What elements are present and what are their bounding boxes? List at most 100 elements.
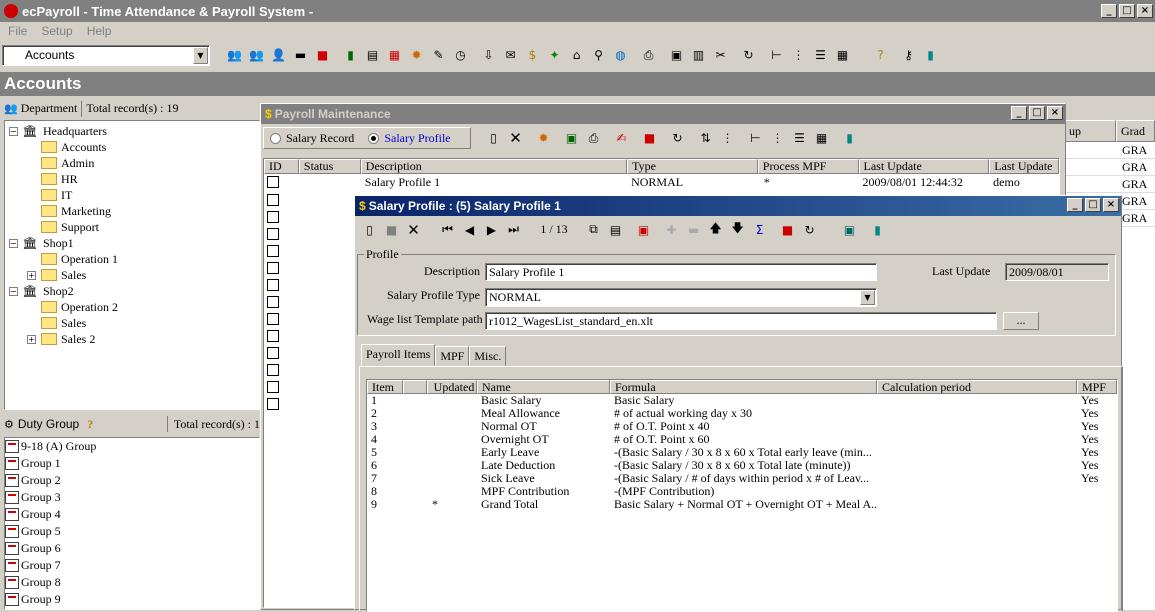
table-row[interactable]: GRA: [1064, 142, 1155, 159]
tree-view-icon[interactable]: ⊢: [745, 128, 766, 149]
grid-view-icon[interactable]: ▦: [811, 128, 832, 149]
tree-node[interactable]: − 🏛 Shop2: [5, 283, 259, 299]
chevron-down-icon[interactable]: ▼: [860, 290, 875, 305]
column-header[interactable]: Status: [298, 159, 361, 174]
menu-help[interactable]: Help: [87, 24, 112, 38]
filter-icon[interactable]: ⋮: [717, 128, 738, 149]
list-item[interactable]: Group 1: [5, 455, 259, 472]
employee-icon[interactable]: 👥: [224, 45, 245, 66]
tree-node[interactable]: − 🏛 Shop1: [5, 235, 259, 251]
move-up-icon[interactable]: 🡅: [705, 219, 726, 240]
help-icon[interactable]: ?: [87, 417, 93, 432]
book-icon[interactable]: ▮: [340, 45, 361, 66]
calculator-icon[interactable]: ▣: [839, 219, 860, 240]
delete-icon[interactable]: ✕: [505, 128, 526, 149]
printer-icon[interactable]: ⎙: [583, 128, 604, 149]
expand-toggle-icon[interactable]: −: [9, 286, 18, 296]
row-checkbox[interactable]: [267, 312, 279, 325]
column-header[interactable]: Description: [360, 159, 628, 174]
tab-misc[interactable]: Misc.: [469, 346, 507, 366]
column-header[interactable]: Grad: [1116, 120, 1155, 142]
table-row[interactable]: GRA: [1064, 176, 1155, 193]
maximize-button[interactable]: □: [1029, 106, 1045, 120]
column-header[interactable]: Calculation period: [877, 380, 1077, 394]
tab-payroll-items[interactable]: Payroll Items: [361, 344, 436, 366]
table-row[interactable]: Salary Profile 1 NORMAL * 2009/08/01 12:…: [264, 174, 1059, 191]
list-item[interactable]: Group 6: [5, 540, 259, 557]
tree-node[interactable]: HR: [5, 171, 259, 187]
home-icon[interactable]: ⌂: [566, 45, 587, 66]
table-row[interactable]: 2 Meal Allowance # of actual working day x…: [367, 407, 1117, 420]
mail-icon[interactable]: ✉: [500, 45, 521, 66]
row-checkbox[interactable]: [267, 261, 279, 274]
refresh-icon[interactable]: ↻: [667, 128, 688, 149]
tree-node[interactable]: IT: [5, 187, 259, 203]
salary-record-radio[interactable]: [270, 132, 281, 144]
column-header[interactable]: ID: [264, 159, 299, 174]
list-item[interactable]: 9-18 (A) Group: [5, 438, 259, 455]
exit-icon[interactable]: ▮: [867, 219, 888, 240]
new-icon[interactable]: ▯: [359, 219, 380, 240]
monitor-icon[interactable]: ▣: [666, 45, 687, 66]
row-checkbox[interactable]: [267, 397, 279, 410]
dollar-icon[interactable]: $: [522, 45, 543, 66]
maximize-button[interactable]: □: [1119, 4, 1135, 18]
list-view-icon[interactable]: ☰: [789, 128, 810, 149]
tree-node[interactable]: − 🏛 Headquarters: [5, 123, 259, 139]
remove-row-icon[interactable]: ▬: [683, 219, 704, 240]
row-checkbox[interactable]: [267, 176, 279, 188]
delete-icon[interactable]: ✕: [403, 219, 424, 240]
tree-node[interactable]: Support: [5, 219, 259, 235]
run-icon[interactable]: ✦: [544, 45, 565, 66]
chevron-down-icon[interactable]: ▼: [193, 46, 208, 64]
row-checkbox[interactable]: [267, 210, 279, 223]
note-icon[interactable]: ✎: [428, 45, 449, 66]
tree-node[interactable]: + Sales: [5, 267, 259, 283]
menu-file[interactable]: File: [8, 24, 27, 38]
tree-node[interactable]: + Sales 2: [5, 331, 259, 347]
list-item[interactable]: Group 7: [5, 557, 259, 574]
browse-button[interactable]: ...: [1003, 312, 1039, 330]
calculator-icon[interactable]: ✍: [611, 128, 632, 149]
tree-node[interactable]: Admin: [5, 155, 259, 171]
tab-mpf[interactable]: MPF: [435, 346, 470, 366]
close-button[interactable]: ×: [1103, 198, 1119, 212]
exit-icon[interactable]: ▮: [920, 45, 941, 66]
template-path-field[interactable]: r1012_WagesList_standard_en.xlt: [485, 312, 997, 330]
maximize-button[interactable]: □: [1085, 198, 1101, 212]
table-row[interactable]: 7 Sick Leave -(Basic Salary / # of days wi…: [367, 472, 1117, 485]
row-checkbox[interactable]: [267, 278, 279, 291]
tree-view-icon[interactable]: ⊢: [766, 45, 787, 66]
book-icon[interactable]: ■: [639, 128, 660, 149]
card-icon[interactable]: ▬: [290, 45, 311, 66]
row-checkbox[interactable]: [267, 363, 279, 376]
new-icon[interactable]: ▯: [483, 128, 504, 149]
paste-icon[interactable]: ▤: [605, 219, 626, 240]
grid-view-icon[interactable]: ▦: [832, 45, 853, 66]
document-icon[interactable]: ▤: [362, 45, 383, 66]
group-icon[interactable]: 👥: [246, 45, 267, 66]
copy-icon[interactable]: ⧉: [583, 219, 604, 240]
move-down-icon[interactable]: 🡇: [727, 219, 748, 240]
row-checkbox[interactable]: [267, 227, 279, 240]
list-view-icon[interactable]: ☰: [810, 45, 831, 66]
key-icon[interactable]: ⚷: [898, 45, 919, 66]
tools-icon[interactable]: ✂: [710, 45, 731, 66]
row-checkbox[interactable]: [267, 380, 279, 393]
tree-node[interactable]: Sales: [5, 315, 259, 331]
tree-node[interactable]: Marketing: [5, 203, 259, 219]
report-icon[interactable]: ■: [312, 45, 333, 66]
column-header[interactable]: up: [1064, 120, 1116, 142]
calendar-icon[interactable]: ▦: [384, 45, 405, 66]
column-header[interactable]: Name: [477, 380, 610, 394]
refresh-icon[interactable]: ↻: [738, 45, 759, 66]
table-row[interactable]: 4 Overnight OT # of O.T. Point x 60 Yes: [367, 433, 1117, 446]
department-tree[interactable]: − 🏛 Headquarters Accounts Admin HR IT Marketing…: [4, 120, 260, 410]
salary-profile-radio[interactable]: [368, 132, 380, 144]
minimize-button[interactable]: _: [1101, 4, 1117, 18]
column-header[interactable]: Item: [367, 380, 403, 394]
refresh-icon[interactable]: ↻: [799, 219, 820, 240]
salary-profile-label[interactable]: Salary Profile: [384, 131, 450, 146]
column-header[interactable]: Last Update: [989, 159, 1059, 174]
tree-node[interactable]: Accounts: [5, 139, 259, 155]
